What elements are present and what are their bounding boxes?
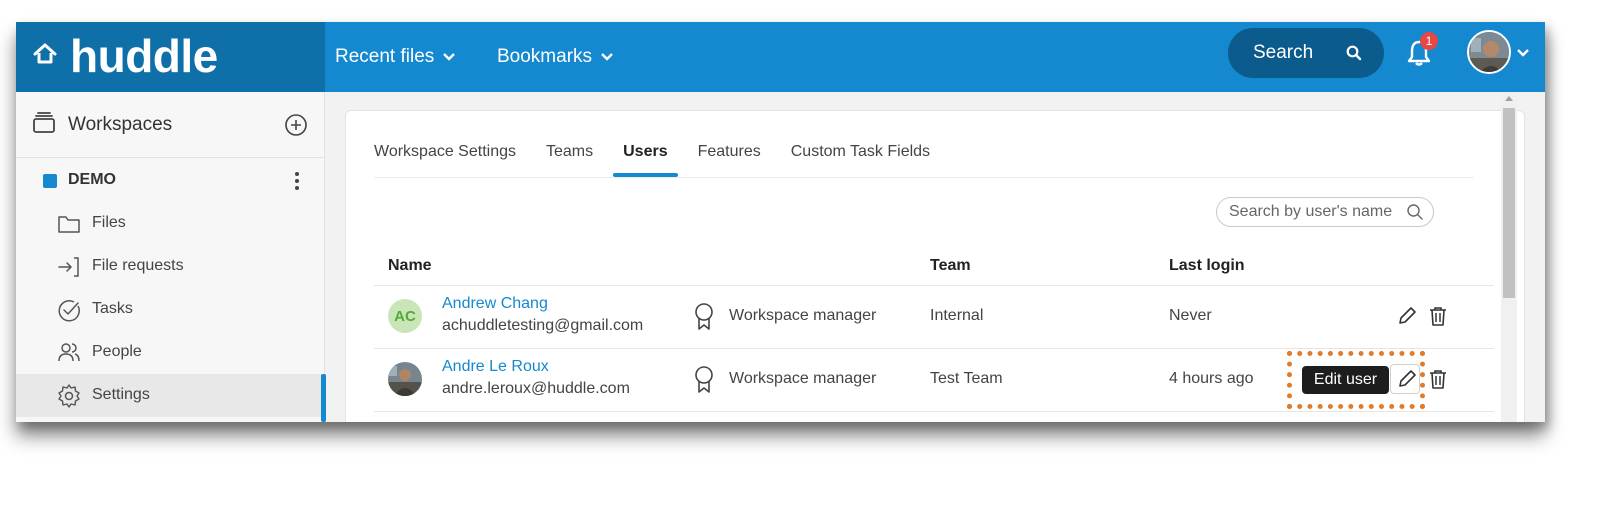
top-bar: huddle Recent files Bookmarks Search 1 (16, 22, 1545, 92)
user-role: Workspace manager (729, 370, 877, 387)
tab-workspace-settings[interactable]: Workspace Settings (374, 131, 516, 177)
search-icon (1346, 45, 1362, 61)
logo[interactable]: huddle (70, 28, 218, 84)
avatar (388, 362, 422, 396)
stack-icon (33, 112, 55, 133)
table-row: AC Andrew Chang achuddletesting@gmail.co… (374, 286, 1494, 348)
row-divider (374, 411, 1494, 412)
nav-bookmarks-label: Bookmarks (497, 46, 593, 67)
chevron-down-icon (600, 52, 614, 62)
sidebar-item-label: People (92, 343, 142, 360)
file-request-icon (58, 257, 79, 277)
scrollbar[interactable] (1501, 92, 1517, 422)
global-search-button[interactable]: Search (1228, 28, 1384, 78)
tab-features[interactable]: Features (698, 131, 761, 177)
sidebar-item-label: File requests (92, 257, 184, 274)
notification-badge: 1 (1420, 32, 1438, 50)
column-header-team[interactable]: Team (930, 257, 971, 275)
user-email: achuddletesting@gmail.com (442, 317, 644, 334)
workspaces-header: Workspaces (16, 92, 325, 158)
user-name-link[interactable]: Andre Le Roux (442, 358, 549, 376)
chevron-down-icon[interactable] (1516, 48, 1530, 58)
user-email: andre.leroux@huddle.com (442, 380, 630, 397)
column-header-name[interactable]: Name (388, 257, 432, 275)
avatar[interactable] (1467, 30, 1511, 74)
settings-tabs: Workspace Settings Teams Users Features … (374, 131, 960, 177)
tab-custom-task-fields[interactable]: Custom Task Fields (791, 131, 930, 177)
award-icon (695, 366, 713, 393)
workspaces-label: Workspaces (68, 114, 173, 135)
nav-recent-files[interactable]: Recent files (335, 22, 456, 92)
active-indicator (321, 374, 326, 422)
nav-bookmarks[interactable]: Bookmarks (497, 22, 614, 92)
search-icon[interactable] (1406, 203, 1424, 221)
add-workspace-icon[interactable] (284, 113, 308, 137)
table-row: Andre Le Roux andre.leroux@huddle.com Wo… (374, 349, 1494, 411)
sidebar-item-label: Settings (92, 386, 150, 403)
workspace-color-swatch (43, 174, 57, 188)
gear-icon (58, 384, 80, 408)
global-search-label: Search (1253, 42, 1314, 63)
settings-panel: Workspace Settings Teams Users Features … (345, 110, 1525, 422)
award-icon (695, 303, 713, 330)
sidebar-item-label: Tasks (92, 300, 133, 317)
user-team: Internal (930, 307, 984, 324)
sidebar-item-label: Files (92, 214, 126, 231)
tab-users[interactable]: Users (613, 131, 679, 177)
user-role: Workspace manager (729, 307, 877, 324)
kebab-menu-icon[interactable] (292, 169, 302, 193)
chevron-down-icon (442, 52, 456, 62)
workspace-demo[interactable]: DEMO (16, 159, 325, 203)
sidebar-item-settings[interactable]: Settings (16, 374, 325, 417)
sidebar-item-files[interactable]: Files (16, 202, 325, 245)
user-last-login: Never (1169, 307, 1212, 324)
tab-teams[interactable]: Teams (546, 131, 593, 177)
scroll-up-arrow-icon[interactable] (1505, 96, 1513, 101)
tabs-divider (374, 177, 1474, 178)
pencil-icon[interactable] (1396, 305, 1418, 327)
avatar: AC (388, 299, 422, 333)
user-team: Test Team (930, 370, 1003, 387)
folder-icon (58, 216, 80, 233)
user-last-login: 4 hours ago (1169, 370, 1254, 387)
pencil-icon[interactable] (1396, 368, 1418, 390)
trash-icon[interactable] (1427, 368, 1449, 390)
home-icon[interactable] (32, 41, 58, 67)
sidebar-item-people[interactable]: People (16, 331, 325, 374)
scrollbar-thumb[interactable] (1503, 108, 1515, 298)
trash-icon[interactable] (1427, 305, 1449, 327)
user-search-input[interactable] (1216, 197, 1434, 227)
sidebar: Workspaces DEMO Files File requests Task… (16, 92, 325, 422)
sidebar-item-tasks[interactable]: Tasks (16, 288, 325, 331)
app-window: huddle Recent files Bookmarks Search 1 W… (16, 22, 1545, 422)
sidebar-item-file-requests[interactable]: File requests (16, 245, 325, 288)
edit-user-tooltip: Edit user (1302, 366, 1389, 394)
people-icon (58, 343, 80, 362)
column-header-last-login[interactable]: Last login (1169, 257, 1245, 275)
brand-area[interactable]: huddle (16, 22, 325, 92)
nav-recent-files-label: Recent files (335, 46, 435, 67)
user-name-link[interactable]: Andrew Chang (442, 295, 548, 313)
check-circle-icon (58, 300, 80, 322)
workspace-name: DEMO (68, 171, 116, 188)
